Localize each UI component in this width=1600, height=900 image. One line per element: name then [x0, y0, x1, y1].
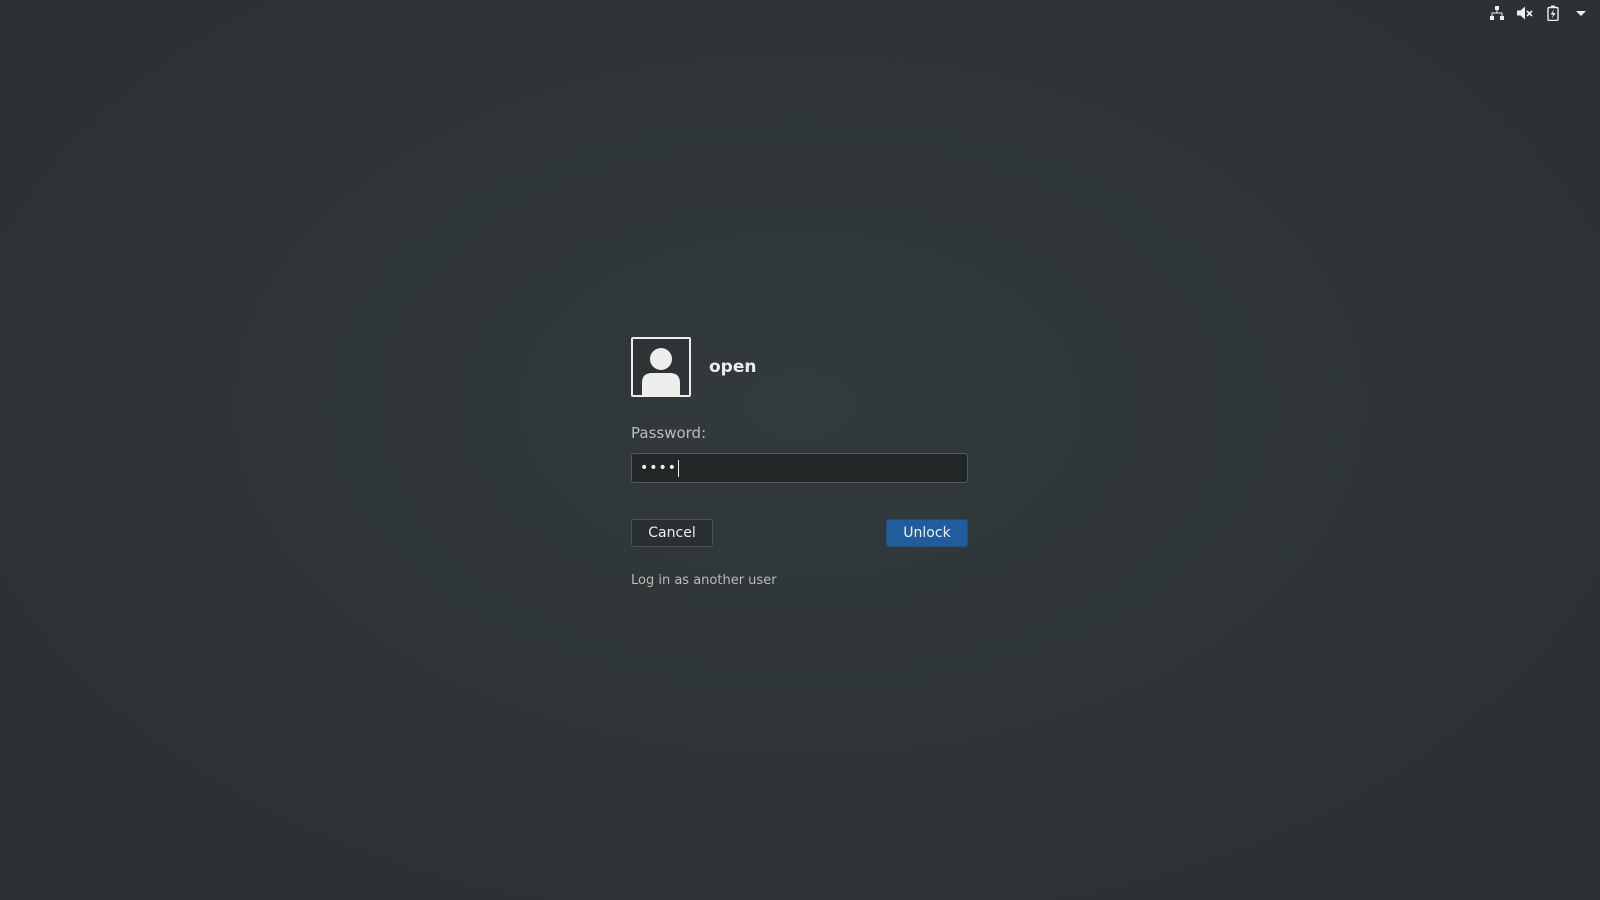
log-in-as-another-user-link[interactable]: Log in as another user [631, 573, 968, 588]
button-row: Cancel Unlock [631, 519, 968, 547]
top-bar-status-area[interactable] [1488, 0, 1600, 26]
text-cursor [678, 459, 680, 477]
network-wired-icon[interactable] [1488, 4, 1506, 22]
password-label: Password: [631, 424, 707, 442]
password-input[interactable]: •••• [631, 453, 968, 483]
user-name: open [709, 357, 757, 377]
user-row: open [631, 335, 968, 399]
unlock-dialog: open Password: •••• Cancel Unlock Log in… [631, 335, 968, 588]
unlock-button[interactable]: Unlock [886, 519, 968, 547]
lock-screen: open Password: •••• Cancel Unlock Log in… [0, 0, 1600, 900]
password-value: •••• [640, 460, 678, 476]
cancel-button[interactable]: Cancel [631, 519, 713, 547]
system-menu-arrow-icon[interactable] [1572, 4, 1590, 22]
battery-charging-icon[interactable] [1544, 4, 1562, 22]
volume-muted-icon[interactable] [1516, 4, 1534, 22]
user-avatar-icon [631, 337, 691, 397]
